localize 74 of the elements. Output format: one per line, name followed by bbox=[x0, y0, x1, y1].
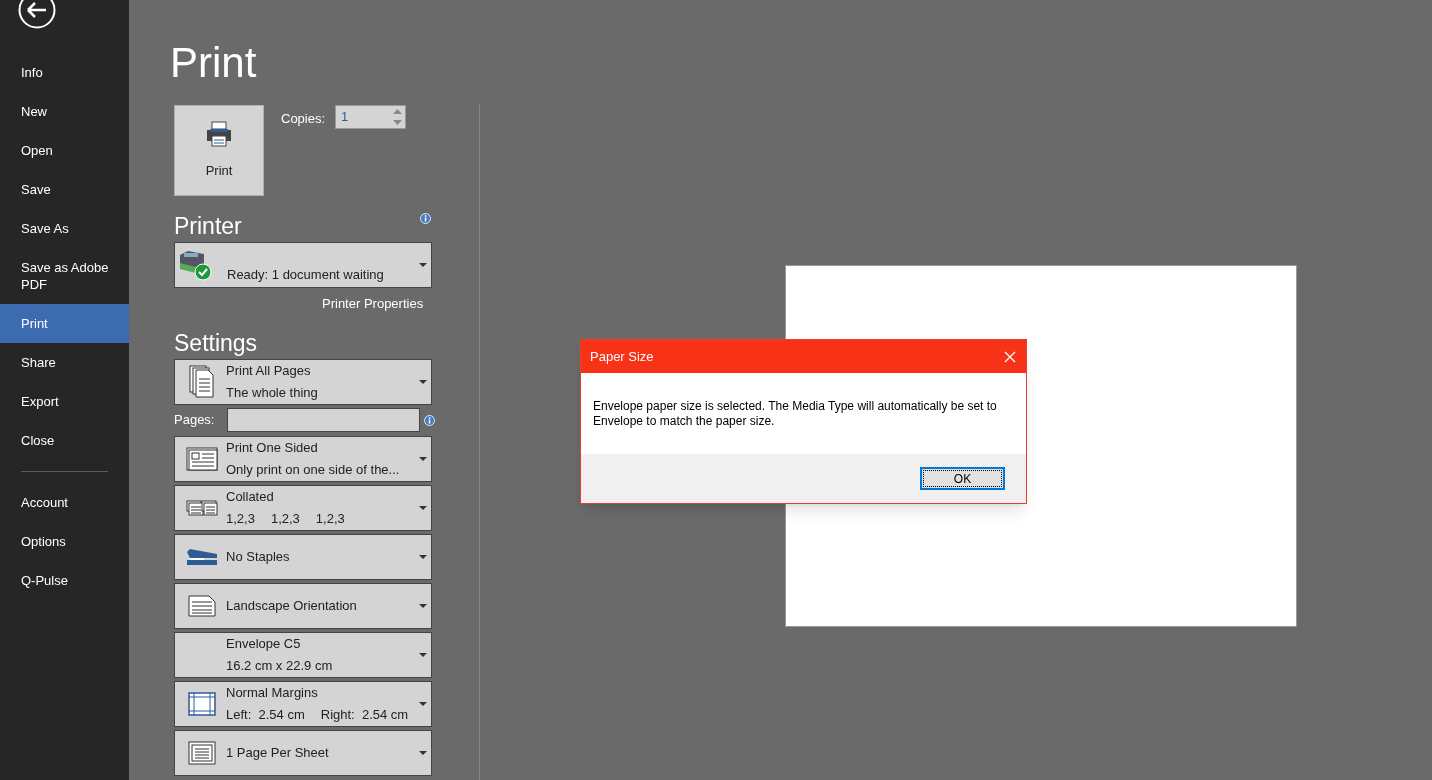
pages-input[interactable] bbox=[227, 408, 420, 432]
setting-detail: Left: 2.54 cm bbox=[226, 706, 305, 723]
ok-button[interactable]: OK bbox=[920, 467, 1005, 490]
caret-icon bbox=[419, 652, 427, 657]
margins-icon bbox=[188, 691, 216, 716]
setting-detail: 1,2,3 bbox=[226, 510, 255, 527]
sidebar-item[interactable]: Info bbox=[0, 53, 129, 92]
setting-title: Landscape Orientation bbox=[226, 597, 358, 614]
sidebar-item[interactable]: Account bbox=[0, 483, 129, 522]
caret-icon bbox=[419, 263, 427, 267]
caret-icon bbox=[419, 505, 427, 510]
spinner-arrows-icon bbox=[393, 108, 403, 126]
sidebar-item[interactable]: Close bbox=[0, 421, 129, 460]
sidebar-item[interactable]: Options bbox=[0, 522, 129, 561]
sidebar-item[interactable]: Print bbox=[0, 304, 129, 343]
printer-properties-link[interactable]: Printer Properties bbox=[322, 294, 424, 314]
setting-detail: 1,2,3 bbox=[270, 510, 300, 527]
sidebar-item[interactable]: Open bbox=[0, 131, 129, 170]
sidebar-item[interactable]: Share bbox=[0, 343, 129, 382]
sidebar-item[interactable]: Export bbox=[0, 382, 129, 421]
sidebar-item[interactable]: Save as Adobe PDF bbox=[0, 248, 129, 304]
setting-title: Print One Sided bbox=[226, 439, 319, 456]
settings-dropdown[interactable]: Normal Margins Left: 2.54 cm Right: 2.54 cm bbox=[174, 680, 432, 727]
sidebar-item[interactable]: New bbox=[0, 92, 129, 131]
pages-label: Pages: bbox=[174, 411, 216, 430]
sidebar-item[interactable]: Q-Pulse bbox=[0, 561, 129, 600]
info-icon bbox=[424, 414, 435, 426]
caret-icon bbox=[419, 701, 427, 706]
printer-status: Ready: 1 document waiting bbox=[227, 266, 385, 285]
settings-dropdown[interactable]: Print All Pages The whole thing bbox=[174, 358, 432, 405]
settings-dropdown[interactable]: Collated 1,2,3 1,2,3 1,2,3 bbox=[174, 484, 432, 531]
caret-icon bbox=[419, 379, 427, 384]
setting-title: No Staples bbox=[226, 548, 291, 565]
caret-icon bbox=[419, 603, 427, 608]
document-icon bbox=[186, 446, 218, 471]
settings-dropdown[interactable]: 1 Page Per Sheet bbox=[174, 729, 432, 776]
stapler-icon bbox=[186, 547, 218, 566]
sidebar-item[interactable]: Save As bbox=[0, 209, 129, 248]
settings-dropdown[interactable]: Landscape Orientation bbox=[174, 582, 432, 629]
setting-detail: 16.2 cm x 22.9 cm bbox=[226, 657, 333, 674]
setting-title: 1 Page Per Sheet bbox=[226, 744, 330, 761]
printer-dropdown[interactable]: Ready: 1 document waiting bbox=[174, 242, 432, 288]
setting-detail: Only print on one side of the... bbox=[226, 461, 400, 478]
info-icon bbox=[420, 213, 431, 224]
setting-title: Envelope C5 bbox=[226, 635, 302, 652]
setting-title: Normal Margins bbox=[226, 684, 319, 701]
sidebar-item[interactable]: Save bbox=[0, 170, 129, 209]
settings-heading: Settings bbox=[174, 328, 259, 357]
printer-icon bbox=[205, 120, 233, 147]
pages-icon bbox=[189, 364, 215, 399]
setting-detail: Right: 2.54 cm bbox=[320, 706, 409, 723]
printer-ready-icon bbox=[178, 249, 212, 281]
caret-icon bbox=[419, 554, 427, 559]
setting-title: Print All Pages bbox=[226, 362, 312, 379]
back-arrow-icon[interactable] bbox=[18, 0, 56, 29]
caret-icon bbox=[419, 750, 427, 755]
copies-spinner[interactable]: 1 bbox=[335, 105, 407, 129]
close-icon[interactable] bbox=[1004, 350, 1016, 363]
setting-title: Collated bbox=[226, 488, 275, 505]
setting-detail: The whole thing bbox=[226, 384, 318, 401]
copies-label: Copies: bbox=[281, 110, 326, 128]
page-icon bbox=[188, 740, 216, 765]
printer-heading: Printer bbox=[174, 212, 242, 240]
page-icon bbox=[188, 594, 216, 617]
settings-dropdown[interactable]: No Staples bbox=[174, 533, 432, 580]
settings-dropdown[interactable]: Envelope C5 16.2 cm x 22.9 cm bbox=[174, 631, 432, 678]
settings-dropdown[interactable]: Print One Sided Only print on one side of the... bbox=[174, 435, 432, 482]
print-button[interactable]: Print bbox=[174, 105, 264, 196]
setting-detail: 1,2,3 bbox=[315, 510, 345, 527]
collated-pages-icon bbox=[186, 499, 218, 516]
dialog-message: Envelope paper size is selected. The Media Type will automatically be set to Envelope to match the paper size. bbox=[593, 399, 998, 429]
page-title: Print bbox=[170, 38, 258, 88]
dialog-title: Paper Size bbox=[590, 347, 654, 366]
caret-icon bbox=[419, 456, 427, 461]
